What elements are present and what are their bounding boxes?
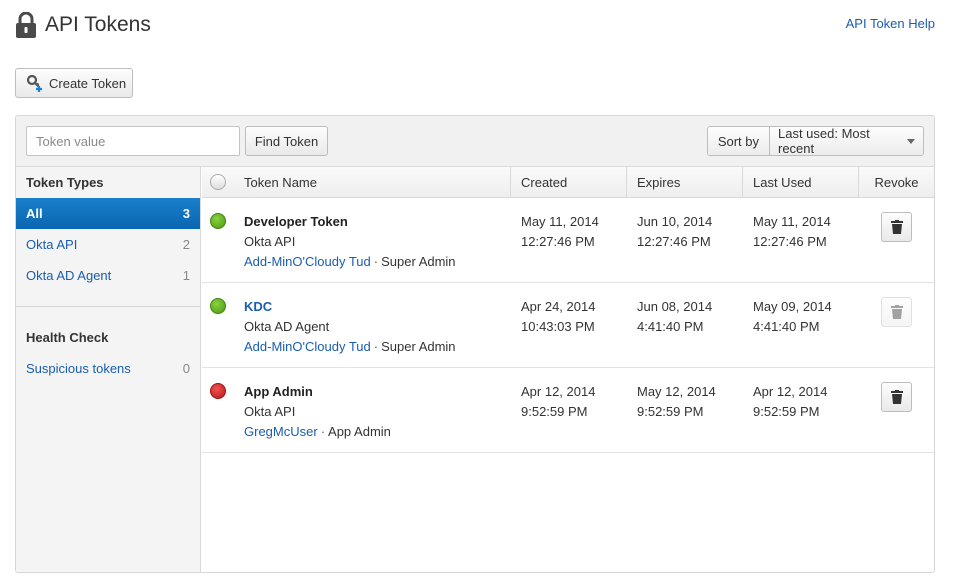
health-check-heading: Health Check (26, 330, 109, 345)
table-row: KDC Okta AD Agent Add-MinO'Cloudy Tud · Su… (202, 283, 934, 368)
sidebar-item-label: Okta API (26, 237, 78, 252)
token-creator-link[interactable]: Add-MinO'Cloudy Tud (244, 339, 371, 354)
sidebar-item-count: 0 (182, 361, 190, 376)
last-used-date: May 11, 2014 (753, 214, 831, 229)
column-header-token-name[interactable]: Token Name (234, 167, 511, 197)
token-type: Okta API (244, 234, 296, 249)
token-creator-link[interactable]: GregMcUser (244, 424, 318, 439)
created-time: 12:27:46 PM (521, 234, 595, 249)
api-token-help-link[interactable]: API Token Help (846, 16, 935, 31)
revoke-button[interactable] (881, 382, 912, 412)
column-header-revoke: Revoke (874, 174, 919, 190)
status-suspicious-icon (210, 383, 226, 399)
radio-icon (210, 174, 226, 190)
status-active-icon (210, 298, 226, 314)
separator: · (373, 339, 379, 354)
token-creator-role: Super Admin (381, 339, 456, 354)
created-date: May 11, 2014 (521, 214, 599, 229)
sidebar-item-okta-ad-agent[interactable]: Okta AD Agent 1 (16, 260, 200, 291)
page-header: API Tokens (15, 12, 151, 38)
token-creator-link[interactable]: Add-MinO'Cloudy Tud (244, 254, 371, 269)
sort-control: Sort by Last used: Most recent (706, 126, 924, 156)
create-token-label: Create Token (49, 75, 127, 91)
trash-icon (890, 220, 903, 234)
token-name: Developer Token (244, 214, 348, 229)
created-time: 10:43:03 PM (521, 319, 595, 334)
last-used-time: 4:41:40 PM (753, 319, 820, 334)
sort-by-label[interactable]: Sort by (707, 127, 770, 155)
status-active-icon (210, 213, 226, 229)
sidebar-item-label: All (26, 206, 43, 221)
last-used-time: 9:52:59 PM (753, 404, 820, 419)
expires-time: 4:41:40 PM (637, 319, 704, 334)
search-toolbar: Find Token Sort by Last used: Most recen… (16, 116, 934, 167)
create-token-button[interactable]: Create Token (15, 68, 133, 98)
sidebar-item-label: Suspicious tokens (26, 361, 131, 376)
sidebar-item-okta-api[interactable]: Okta API 2 (16, 229, 200, 260)
trash-icon (890, 305, 903, 319)
lock-icon (16, 12, 36, 38)
expires-date: May 12, 2014 (637, 384, 716, 399)
token-creator-role: Super Admin (381, 254, 456, 269)
expires-date: Jun 10, 2014 (637, 214, 713, 229)
select-all-radio[interactable] (202, 167, 234, 197)
trash-icon (890, 390, 903, 404)
token-type: Okta API (244, 404, 296, 419)
column-header-created[interactable]: Created (511, 167, 627, 197)
expires-date: Jun 08, 2014 (637, 299, 713, 314)
token-type: Okta AD Agent (244, 319, 330, 334)
last-used-time: 12:27:46 PM (753, 234, 827, 249)
sidebar-item-all[interactable]: All 3 (16, 198, 200, 229)
token-name[interactable]: KDC (244, 297, 511, 317)
last-used-date: May 09, 2014 (753, 299, 832, 314)
column-header-last-used[interactable]: Last Used (743, 167, 859, 197)
sidebar-item-label: Okta AD Agent (26, 268, 112, 283)
sidebar-item-count: 2 (182, 237, 190, 252)
tokens-panel: Find Token Sort by Last used: Most recen… (15, 115, 935, 573)
sidebar-item-suspicious-tokens[interactable]: Suspicious tokens 0 (16, 353, 200, 384)
filter-sidebar: Token Types All 3 Okta API 2 Okta AD Age… (16, 167, 201, 572)
expires-time: 12:27:46 PM (637, 234, 711, 249)
sort-selected-value: Last used: Most recent (778, 126, 870, 156)
column-header-expires[interactable]: Expires (627, 167, 743, 197)
created-time: 9:52:59 PM (521, 404, 588, 419)
table-header: Token Name Created Expires Last Used Rev… (202, 167, 934, 198)
sidebar-item-count: 3 (182, 206, 190, 221)
created-date: Apr 12, 2014 (521, 384, 596, 399)
token-name: App Admin (244, 384, 313, 399)
revoke-button[interactable] (881, 212, 912, 242)
separator: · (320, 424, 326, 439)
token-types-heading: Token Types (26, 175, 104, 190)
key-add-icon (26, 74, 42, 92)
tokens-table: Token Name Created Expires Last Used Rev… (202, 167, 934, 572)
sidebar-item-count: 1 (182, 268, 190, 283)
expires-time: 9:52:59 PM (637, 404, 704, 419)
table-row: Developer Token Okta API Add-MinO'Cloudy… (202, 198, 934, 283)
created-date: Apr 24, 2014 (521, 299, 596, 314)
table-row: App Admin Okta API GregMcUser · App Admin … (202, 368, 934, 453)
sort-select[interactable]: Last used: Most recent (770, 127, 923, 155)
separator: · (373, 254, 379, 269)
last-used-date: Apr 12, 2014 (753, 384, 828, 399)
chevron-down-icon (907, 138, 915, 144)
find-token-button[interactable]: Find Token (245, 126, 328, 156)
page-title: API Tokens (45, 13, 151, 36)
revoke-button-disabled (881, 297, 912, 327)
token-creator-role: App Admin (328, 424, 391, 439)
token-value-input[interactable] (26, 126, 240, 156)
